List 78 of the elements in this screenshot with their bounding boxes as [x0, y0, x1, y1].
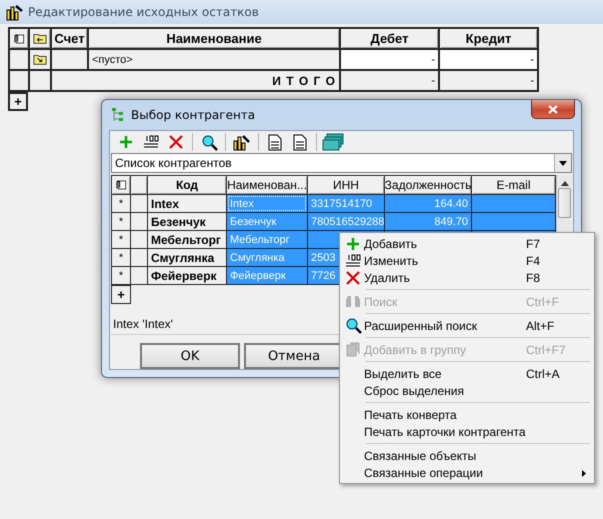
plus-icon — [119, 135, 133, 149]
table-cell: Смуглянка — [148, 249, 226, 266]
app-icon — [6, 4, 23, 20]
table-cell: <пусто> — [89, 50, 339, 69]
menu-item[interactable]: Связанные операции — [342, 464, 592, 481]
delete-icon — [168, 134, 184, 150]
menu-item[interactable]: Добавить F7 — [342, 235, 592, 252]
search-icon — [344, 317, 362, 334]
table-cell: 164.40 — [385, 195, 471, 212]
close-icon — [548, 104, 558, 114]
folder-cell[interactable] — [30, 50, 50, 69]
binoculars-icon — [345, 295, 361, 308]
column-header[interactable]: Дебет — [341, 29, 438, 48]
table-cell — [52, 50, 87, 69]
column-header[interactable]: Код — [148, 176, 226, 194]
scroll-up-icon — [560, 181, 568, 186]
table-cell: - — [341, 50, 438, 69]
add-row-button[interactable]: + — [111, 285, 131, 304]
table-cell: Безенчук — [148, 213, 226, 230]
table-cell: 780516529288 — [308, 213, 384, 230]
dialog-title: Выбор контрагента — [131, 108, 256, 122]
column-header[interactable]: Наименование — [89, 29, 339, 48]
dialog-button[interactable]: OK — [140, 343, 240, 369]
column-header[interactable]: E-mail — [472, 176, 555, 194]
menu-item[interactable]: Печать конверта — [342, 406, 592, 423]
menu-item[interactable]: Печать карточки контрагента — [342, 423, 592, 440]
table-cell: - — [341, 71, 438, 90]
table-cell — [30, 71, 50, 90]
close-button[interactable] — [531, 100, 575, 119]
table-cell — [131, 231, 147, 248]
column-header[interactable]: Кредит — [440, 29, 537, 48]
folder-icon — [33, 32, 47, 45]
table-cell: Intex — [148, 195, 226, 212]
tree-icon — [111, 107, 125, 123]
menu-item[interactable]: Выделить все Ctrl+A — [342, 365, 592, 382]
document-icon — [268, 134, 282, 150]
row-marker: * — [112, 231, 130, 248]
menu-item[interactable]: Сброс выделения — [342, 382, 592, 399]
folder-header[interactable] — [30, 29, 50, 48]
column-header[interactable]: Задолженность — [385, 176, 471, 194]
counter-icon — [344, 252, 362, 268]
dropdown-arrow-icon — [559, 160, 567, 166]
table-cell — [131, 213, 147, 230]
table-cell: - — [440, 71, 537, 90]
table-cell — [131, 195, 147, 212]
submenu-arrow-icon — [582, 470, 586, 476]
list-dropdown[interactable]: Список контрагентов — [111, 153, 572, 173]
plus-icon — [346, 236, 360, 250]
row-marker: * — [112, 195, 130, 212]
table-cell — [131, 249, 147, 266]
column-header[interactable]: ИНН — [308, 176, 384, 194]
delete-icon — [345, 270, 361, 286]
document-icon — [293, 134, 307, 150]
folder-icon — [33, 53, 47, 66]
table-cell: 3317514170 — [308, 195, 384, 212]
table-cell: 849.70 — [385, 213, 471, 230]
chart-wrench-icon — [233, 134, 251, 150]
counter-icon — [142, 134, 160, 150]
table-cell — [10, 50, 28, 69]
row-marker: * — [112, 267, 130, 284]
total-label: И Т О Г О — [52, 71, 339, 90]
row-marker: * — [112, 213, 130, 230]
column-header[interactable] — [131, 176, 147, 194]
menu-item[interactable]: Связанные объекты — [342, 447, 592, 464]
window-title: Редактирование исходных остатков — [28, 5, 259, 19]
banknotes-icon — [322, 133, 344, 151]
table-cell — [10, 71, 28, 90]
table-cell — [131, 267, 147, 284]
row-marker: * — [112, 249, 130, 266]
group-icon — [346, 342, 360, 357]
currency-button[interactable] — [322, 132, 344, 152]
table-cell: Фейерверк — [148, 267, 226, 284]
column-header[interactable]: Наименован... — [227, 176, 307, 194]
search-icon — [200, 134, 218, 150]
column-header[interactable]: Счет — [52, 29, 87, 48]
table-cell: Мебельторг — [148, 231, 226, 248]
add-row-button[interactable]: + — [8, 92, 28, 111]
table-cell: - — [440, 50, 537, 69]
